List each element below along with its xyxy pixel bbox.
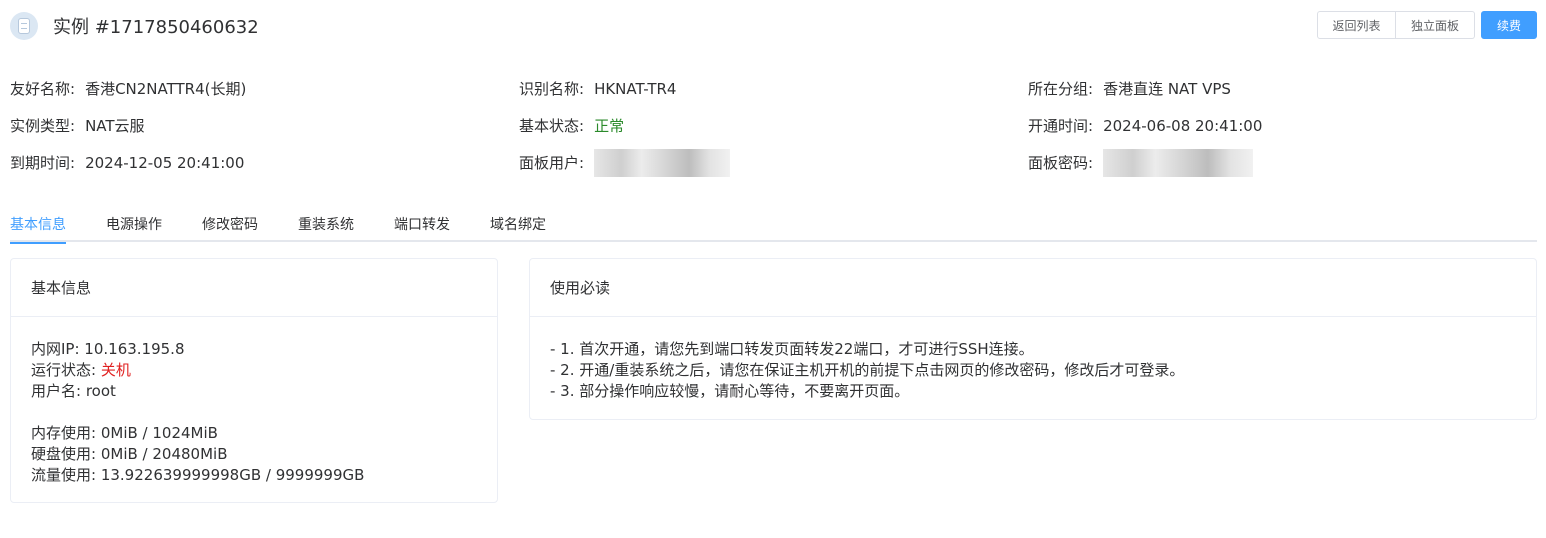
tab-basic-info[interactable]: 基本信息 [10, 206, 66, 244]
notice-card: 使用必读 - 1. 首次开通，请您先到端口转发页面转发22端口，才可进行SSH连… [529, 258, 1537, 420]
open-time-value: 2024-06-08 20:41:00 [1103, 116, 1263, 135]
tab-power[interactable]: 电源操作 [106, 206, 162, 242]
info-row: 友好名称: 香港CN2NATTR4(长期) 识别名称: HKNAT-TR4 所在… [10, 70, 1537, 107]
friendly-name-field: 友好名称: 香港CN2NATTR4(长期) [10, 78, 519, 99]
run-status-value: 关机 [100, 361, 131, 379]
basic-info-card-title: 基本信息 [11, 259, 497, 317]
panel-user-label-selected: 面板用户 [519, 154, 580, 172]
internal-ip-label: 内网IP: [31, 340, 85, 358]
info-row: 到期时间: 2024-12-05 20:41:00 面板用户: 面板密码: [10, 144, 1537, 181]
panel-user-value-redacted [594, 148, 731, 177]
type-value: NAT云服 [85, 117, 145, 135]
tab-reinstall[interactable]: 重装系统 [298, 206, 354, 242]
group-value: 香港直连 NAT VPS [1103, 80, 1231, 98]
info-row: 实例类型: NAT云服 基本状态: 正常 开通时间: 2024-06-08 20… [10, 107, 1537, 144]
instance-tabs: 基本信息 电源操作 修改密码 重装系统 端口转发 域名绑定 [10, 206, 1537, 244]
basic-info-card-body: 内网IP: 10.163.195.8 运行状态: 关机 用户名: root 内存… [11, 317, 497, 508]
expire-time-value: 2024-12-05 20:41:00 [85, 153, 245, 172]
username-value: root [85, 382, 116, 400]
disk-usage-label: 硬盘使用: [31, 445, 101, 463]
memory-usage-value: 0MiB / 1024MiB [100, 424, 218, 442]
notice-card-title: 使用必读 [530, 259, 1536, 317]
standalone-panel-button[interactable]: 独立面板 [1396, 11, 1475, 39]
expire-time-field: 到期时间: 2024-12-05 20:41:00 [10, 152, 519, 173]
instance-info: 友好名称: 香港CN2NATTR4(长期) 识别名称: HKNAT-TR4 所在… [10, 70, 1537, 181]
panel-password-field: 面板密码: [1028, 148, 1537, 177]
panel-user-label: 面板用户: [519, 152, 584, 173]
friendly-name-value: 香港CN2NATTR4(长期) [85, 80, 247, 98]
status-field: 基本状态: 正常 [519, 115, 1028, 136]
page-title: 实例 #1717850460632 [53, 17, 259, 38]
header-actions: 返回列表 独立面板 续费 [1317, 11, 1537, 39]
page-header: 实例 #1717850460632 返回列表 独立面板 续费 [10, 10, 1537, 42]
panel-password-value-redacted [1103, 148, 1254, 177]
back-to-list-button[interactable]: 返回列表 [1317, 11, 1396, 39]
panel-user-field: 面板用户: [519, 148, 1028, 177]
traffic-usage-label: 流量使用: [31, 466, 101, 484]
disk-usage-line: 硬盘使用: 0MiB / 20480MiB [31, 444, 477, 465]
open-time-field: 开通时间: 2024-06-08 20:41:00 [1028, 115, 1537, 136]
open-time-label: 开通时间: [1028, 117, 1094, 135]
username-label: 用户名: [31, 382, 86, 400]
internal-ip-line: 内网IP: 10.163.195.8 [31, 339, 477, 360]
traffic-usage-value: 13.922639999998GB / 9999999GB [100, 466, 365, 484]
notice-item: - 3. 部分操作响应较慢，请耐心等待，不要离开页面。 [550, 382, 910, 400]
type-field: 实例类型: NAT云服 [10, 115, 519, 136]
friendly-name-label: 友好名称: [10, 80, 76, 98]
panel-password-label: 面板密码: [1028, 154, 1094, 172]
instance-avatar-icon [10, 12, 38, 40]
memory-usage-line: 内存使用: 0MiB / 1024MiB [31, 423, 477, 444]
id-name-label: 识别名称: [519, 80, 585, 98]
group-field: 所在分组: 香港直连 NAT VPS [1028, 78, 1537, 99]
expire-time-label: 到期时间: [10, 154, 76, 172]
renew-button[interactable]: 续费 [1481, 11, 1537, 39]
basic-info-card: 基本信息 内网IP: 10.163.195.8 运行状态: 关机 用户名: ro… [10, 258, 498, 503]
notice-item: - 2. 开通/重装系统之后，请您在保证主机开机的前提下点击网页的修改密码，修改… [550, 361, 1185, 379]
memory-usage-label: 内存使用: [31, 424, 101, 442]
notice-item: - 1. 首次开通，请您先到端口转发页面转发22端口，才可进行SSH连接。 [550, 340, 1034, 358]
tab-domain-binding[interactable]: 域名绑定 [490, 206, 546, 242]
run-status-line: 运行状态: 关机 [31, 360, 477, 381]
id-name-field: 识别名称: HKNAT-TR4 [519, 78, 1028, 99]
status-label: 基本状态: [519, 117, 585, 135]
notice-card-body: - 1. 首次开通，请您先到端口转发页面转发22端口，才可进行SSH连接。 - … [530, 317, 1536, 424]
run-status-label: 运行状态: [31, 361, 101, 379]
type-label: 实例类型: [10, 117, 76, 135]
username-line: 用户名: root [31, 381, 477, 402]
status-value: 正常 [594, 117, 625, 135]
tab-port-forward[interactable]: 端口转发 [394, 206, 450, 242]
disk-usage-value: 0MiB / 20480MiB [100, 445, 228, 463]
tab-change-password[interactable]: 修改密码 [202, 206, 258, 242]
id-name-value: HKNAT-TR4 [594, 79, 677, 98]
internal-ip-value: 10.163.195.8 [84, 340, 185, 358]
group-label: 所在分组: [1028, 80, 1094, 98]
traffic-usage-line: 流量使用: 13.922639999998GB / 9999999GB [31, 465, 477, 486]
panel-user-label-colon: : [579, 154, 585, 172]
